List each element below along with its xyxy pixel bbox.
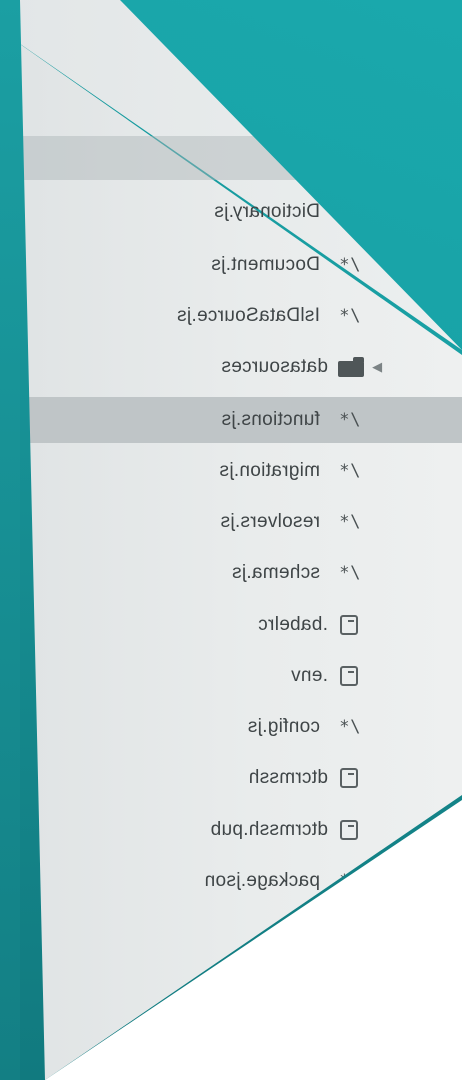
tree-row-label: classes <box>292 147 358 168</box>
tree-row-functions[interactable]: /* functions.js <box>221 400 360 440</box>
js-file-icon: /* <box>338 410 360 430</box>
tree-row-schema[interactable]: /* schema.js <box>232 553 360 593</box>
tree-row-label: dtcrmssh <box>248 767 328 788</box>
chevron-down-icon[interactable]: ▼ <box>400 42 414 82</box>
folder-icon <box>368 52 394 72</box>
js-file-icon: /* <box>338 255 360 275</box>
tree-row-label: datasources <box>221 356 328 377</box>
tree-row-label: dtcrmssh.pub <box>210 819 328 840</box>
chevron-down-icon[interactable]: ▼ <box>400 138 414 178</box>
folder-icon <box>368 148 394 168</box>
js-file-icon: /* <box>338 563 360 583</box>
js-file-icon: /* <box>338 512 360 532</box>
file-icon <box>340 615 358 635</box>
tree-row-label: si <box>305 921 320 942</box>
tree-row-label: config.js <box>247 716 320 737</box>
tree-row-label: __tests__ <box>272 102 358 123</box>
tree-row-babelrc[interactable]: .babelrc <box>258 605 358 645</box>
tree-row-tests[interactable]: ▶ __tests__ <box>273 93 414 133</box>
tree-row-label: IslDataSource.js <box>176 305 320 326</box>
tree-row-label: backend <box>312 0 386 16</box>
folder-icon <box>368 103 394 123</box>
tree-row-env[interactable]: .env <box>291 656 358 696</box>
chevron-right-icon[interactable]: ▶ <box>400 93 414 133</box>
chevron-down-icon[interactable]: ▼ <box>428 0 442 26</box>
file-icon <box>340 666 358 686</box>
folder-icon <box>338 357 364 377</box>
tree-row-label: resolvers.js <box>220 511 320 532</box>
tree-row-label: .babelrc <box>258 614 328 635</box>
tree-row-label: schema.js <box>231 562 320 583</box>
tree-row-label: functions.js <box>221 409 320 430</box>
js-file-icon: /* <box>338 871 360 891</box>
js-file-icon: /* <box>338 306 360 326</box>
tree-row-config[interactable]: /* config.js <box>248 707 360 747</box>
js-file-icon: /* <box>338 202 360 222</box>
js-file-icon: /* <box>338 461 360 481</box>
tree-row-src[interactable]: ▼ src <box>332 42 414 82</box>
tree-row-label: Dictionary.js <box>214 201 320 222</box>
chevron-right-icon[interactable]: ▶ <box>370 347 384 387</box>
js-file-icon: /* <box>338 717 360 737</box>
tree-row-classes[interactable]: ▼ classes <box>293 138 414 178</box>
tree-row-migration[interactable]: /* migration.js <box>219 451 360 491</box>
tree-row-label: .env <box>290 665 328 686</box>
tree-row-dtcrmssh[interactable]: dtcrmssh <box>249 758 358 798</box>
file-icon <box>340 768 358 788</box>
tree-row-package-json[interactable]: /* package.json <box>204 861 360 901</box>
tree-row-backend[interactable]: ▼ backend <box>312 0 442 26</box>
tree-row-label: Document.js <box>211 254 320 275</box>
tree-row-document[interactable]: /* Document.js <box>211 245 360 285</box>
tree-row-isldatasource[interactable]: /* IslDataSource.js <box>177 296 360 336</box>
tree-row-label: src <box>331 51 358 72</box>
tree-row-dictionary[interactable]: /* Dictionary.js <box>214 192 360 232</box>
folder-icon <box>396 0 422 16</box>
tree-row-partial[interactable]: /* si <box>306 912 360 952</box>
tree-row-datasources[interactable]: ▶ datasources <box>221 347 384 387</box>
file-icon <box>340 820 358 840</box>
tree-row-dtcrmssh-pub[interactable]: dtcrmssh.pub <box>210 810 358 850</box>
js-file-icon: /* <box>338 922 360 942</box>
tree-row-resolvers[interactable]: /* resolvers.js <box>220 502 360 542</box>
file-tree: ▼ backend ▼ src ▶ __tests__ ▼ classes /*… <box>0 0 462 1080</box>
tree-row-label: package.json <box>204 870 320 891</box>
tree-row-label: migration.js <box>219 460 320 481</box>
